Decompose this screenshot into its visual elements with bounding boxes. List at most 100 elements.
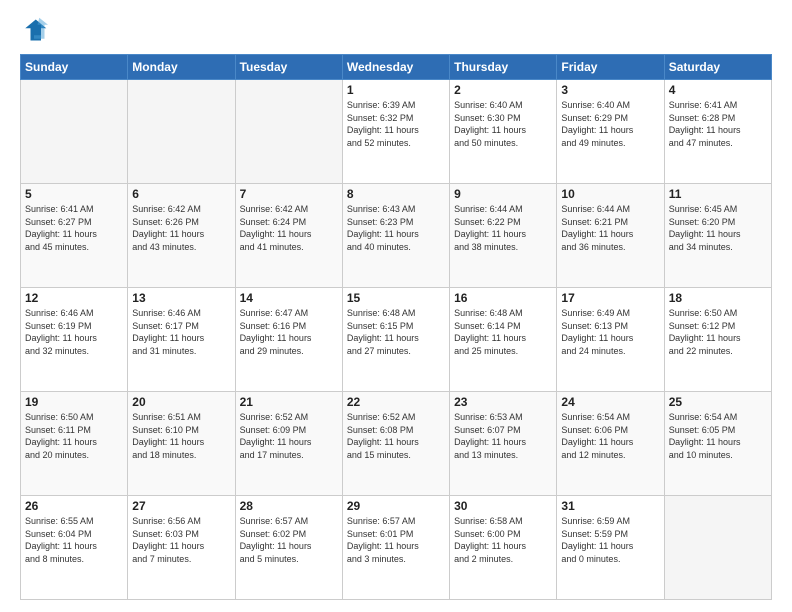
day-number: 17 [561, 291, 659, 305]
logo-icon [20, 16, 48, 44]
day-cell: 20 Sunrise: 6:51 AM Sunset: 6:10 PM Dayli… [128, 392, 235, 496]
day-number: 5 [25, 187, 123, 201]
day-cell [664, 496, 771, 600]
week-row-5: 26 Sunrise: 6:55 AM Sunset: 6:04 PM Dayli… [21, 496, 772, 600]
day-cell: 2Sunrise: 6:40 AM Sunset: 6:30 PM Daylig… [450, 80, 557, 184]
day-number: 1 [347, 83, 445, 97]
col-header-sunday: Sunday [21, 55, 128, 80]
day-number: 8 [347, 187, 445, 201]
day-cell: 10Sunrise: 6:44 AM Sunset: 6:21 PM Dayli… [557, 184, 664, 288]
day-cell: 7 Sunrise: 6:42 AM Sunset: 6:24 PM Daylig… [235, 184, 342, 288]
week-row-2: 5 Sunrise: 6:41 AM Sunset: 6:27 PM Daylig… [21, 184, 772, 288]
day-cell [128, 80, 235, 184]
day-info: Sunrise: 6:55 AM Sunset: 6:04 PM Dayligh… [25, 515, 123, 565]
day-cell: 24 Sunrise: 6:54 AM Sunset: 6:06 PM Dayli… [557, 392, 664, 496]
col-header-friday: Friday [557, 55, 664, 80]
day-number: 27 [132, 499, 230, 513]
day-cell: 22Sunrise: 6:52 AM Sunset: 6:08 PM Dayli… [342, 392, 449, 496]
col-header-thursday: Thursday [450, 55, 557, 80]
day-number: 25 [669, 395, 767, 409]
day-cell: 23 Sunrise: 6:53 AM Sunset: 6:07 PM Dayli… [450, 392, 557, 496]
day-info: Sunrise: 6:41 AM Sunset: 6:27 PM Dayligh… [25, 203, 123, 253]
day-info: Sunrise: 6:47 AM Sunset: 6:16 PM Dayligh… [240, 307, 338, 357]
day-info: Sunrise: 6:40 AM Sunset: 6:29 PM Dayligh… [561, 99, 659, 149]
header [20, 16, 772, 44]
day-number: 23 [454, 395, 552, 409]
day-number: 15 [347, 291, 445, 305]
day-number: 24 [561, 395, 659, 409]
day-info: Sunrise: 6:39 AM Sunset: 6:32 PM Dayligh… [347, 99, 445, 149]
day-number: 20 [132, 395, 230, 409]
day-info: Sunrise: 6:59 AM Sunset: 5:59 PM Dayligh… [561, 515, 659, 565]
day-number: 3 [561, 83, 659, 97]
day-cell: 29 Sunrise: 6:57 AM Sunset: 6:01 PM Dayli… [342, 496, 449, 600]
day-cell: 30Sunrise: 6:58 AM Sunset: 6:00 PM Dayli… [450, 496, 557, 600]
day-info: Sunrise: 6:42 AM Sunset: 6:24 PM Dayligh… [240, 203, 338, 253]
col-header-saturday: Saturday [664, 55, 771, 80]
day-cell: 5 Sunrise: 6:41 AM Sunset: 6:27 PM Daylig… [21, 184, 128, 288]
week-row-3: 12 Sunrise: 6:46 AM Sunset: 6:19 PM Dayli… [21, 288, 772, 392]
day-cell: 8 Sunrise: 6:43 AM Sunset: 6:23 PM Daylig… [342, 184, 449, 288]
col-header-monday: Monday [128, 55, 235, 80]
day-cell [235, 80, 342, 184]
day-info: Sunrise: 6:56 AM Sunset: 6:03 PM Dayligh… [132, 515, 230, 565]
day-info: Sunrise: 6:46 AM Sunset: 6:19 PM Dayligh… [25, 307, 123, 357]
day-cell: 13 Sunrise: 6:46 AM Sunset: 6:17 PM Dayli… [128, 288, 235, 392]
day-cell: 19 Sunrise: 6:50 AM Sunset: 6:11 PM Dayli… [21, 392, 128, 496]
day-cell: 31 Sunrise: 6:59 AM Sunset: 5:59 PM Dayli… [557, 496, 664, 600]
col-header-tuesday: Tuesday [235, 55, 342, 80]
day-number: 7 [240, 187, 338, 201]
day-cell: 18 Sunrise: 6:50 AM Sunset: 6:12 PM Dayli… [664, 288, 771, 392]
day-cell: 17 Sunrise: 6:49 AM Sunset: 6:13 PM Dayli… [557, 288, 664, 392]
day-cell: 1 Sunrise: 6:39 AM Sunset: 6:32 PM Daylig… [342, 80, 449, 184]
day-info: Sunrise: 6:50 AM Sunset: 6:11 PM Dayligh… [25, 411, 123, 461]
day-number: 31 [561, 499, 659, 513]
day-number: 11 [669, 187, 767, 201]
day-number: 26 [25, 499, 123, 513]
day-number: 13 [132, 291, 230, 305]
header-row: SundayMondayTuesdayWednesdayThursdayFrid… [21, 55, 772, 80]
calendar-table: SundayMondayTuesdayWednesdayThursdayFrid… [20, 54, 772, 600]
day-number: 12 [25, 291, 123, 305]
day-info: Sunrise: 6:52 AM Sunset: 6:09 PM Dayligh… [240, 411, 338, 461]
week-row-4: 19 Sunrise: 6:50 AM Sunset: 6:11 PM Dayli… [21, 392, 772, 496]
day-cell: 21Sunrise: 6:52 AM Sunset: 6:09 PM Dayli… [235, 392, 342, 496]
day-info: Sunrise: 6:51 AM Sunset: 6:10 PM Dayligh… [132, 411, 230, 461]
day-cell: 26 Sunrise: 6:55 AM Sunset: 6:04 PM Dayli… [21, 496, 128, 600]
day-info: Sunrise: 6:57 AM Sunset: 6:01 PM Dayligh… [347, 515, 445, 565]
week-row-1: 1 Sunrise: 6:39 AM Sunset: 6:32 PM Daylig… [21, 80, 772, 184]
day-info: Sunrise: 6:43 AM Sunset: 6:23 PM Dayligh… [347, 203, 445, 253]
day-info: Sunrise: 6:44 AM Sunset: 6:21 PM Dayligh… [561, 203, 659, 253]
day-info: Sunrise: 6:42 AM Sunset: 6:26 PM Dayligh… [132, 203, 230, 253]
day-cell: 12 Sunrise: 6:46 AM Sunset: 6:19 PM Dayli… [21, 288, 128, 392]
page: SundayMondayTuesdayWednesdayThursdayFrid… [0, 0, 792, 612]
day-info: Sunrise: 6:46 AM Sunset: 6:17 PM Dayligh… [132, 307, 230, 357]
day-cell: 6 Sunrise: 6:42 AM Sunset: 6:26 PM Daylig… [128, 184, 235, 288]
day-number: 29 [347, 499, 445, 513]
day-number: 4 [669, 83, 767, 97]
day-info: Sunrise: 6:49 AM Sunset: 6:13 PM Dayligh… [561, 307, 659, 357]
col-header-wednesday: Wednesday [342, 55, 449, 80]
day-cell: 28Sunrise: 6:57 AM Sunset: 6:02 PM Dayli… [235, 496, 342, 600]
day-cell [21, 80, 128, 184]
day-info: Sunrise: 6:58 AM Sunset: 6:00 PM Dayligh… [454, 515, 552, 565]
day-cell: 27 Sunrise: 6:56 AM Sunset: 6:03 PM Dayli… [128, 496, 235, 600]
day-info: Sunrise: 6:41 AM Sunset: 6:28 PM Dayligh… [669, 99, 767, 149]
day-number: 18 [669, 291, 767, 305]
day-cell: 3 Sunrise: 6:40 AM Sunset: 6:29 PM Daylig… [557, 80, 664, 184]
day-info: Sunrise: 6:57 AM Sunset: 6:02 PM Dayligh… [240, 515, 338, 565]
day-cell: 4 Sunrise: 6:41 AM Sunset: 6:28 PM Daylig… [664, 80, 771, 184]
day-info: Sunrise: 6:54 AM Sunset: 6:06 PM Dayligh… [561, 411, 659, 461]
day-number: 6 [132, 187, 230, 201]
day-cell: 25Sunrise: 6:54 AM Sunset: 6:05 PM Dayli… [664, 392, 771, 496]
day-info: Sunrise: 6:52 AM Sunset: 6:08 PM Dayligh… [347, 411, 445, 461]
day-cell: 9Sunrise: 6:44 AM Sunset: 6:22 PM Daylig… [450, 184, 557, 288]
logo [20, 16, 52, 44]
day-cell: 15 Sunrise: 6:48 AM Sunset: 6:15 PM Dayli… [342, 288, 449, 392]
day-info: Sunrise: 6:50 AM Sunset: 6:12 PM Dayligh… [669, 307, 767, 357]
day-number: 9 [454, 187, 552, 201]
day-number: 19 [25, 395, 123, 409]
day-info: Sunrise: 6:48 AM Sunset: 6:15 PM Dayligh… [347, 307, 445, 357]
day-info: Sunrise: 6:53 AM Sunset: 6:07 PM Dayligh… [454, 411, 552, 461]
day-cell: 11Sunrise: 6:45 AM Sunset: 6:20 PM Dayli… [664, 184, 771, 288]
